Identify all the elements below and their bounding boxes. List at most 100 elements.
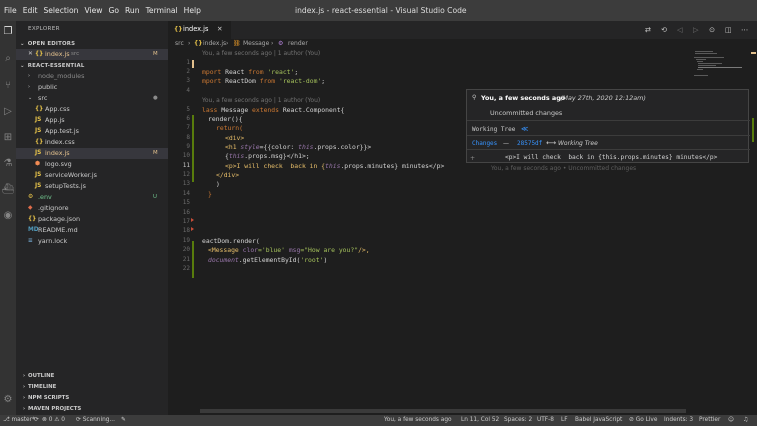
back-icon[interactable]: ◁ bbox=[677, 25, 683, 34]
tree-item[interactable]: {} App.css bbox=[16, 104, 168, 115]
language-mode[interactable]: Babel JavaScript bbox=[575, 417, 622, 423]
outline-section[interactable]: › OUTLINE bbox=[16, 371, 168, 382]
tree-item[interactable]: ≡ yarn.lock bbox=[16, 236, 168, 247]
close-icon[interactable]: ✕ bbox=[217, 25, 223, 33]
js-file-icon: {} bbox=[174, 26, 183, 33]
forward-icon[interactable]: ▷ bbox=[693, 25, 699, 34]
maven-projects-section[interactable]: › MAVEN PROJECTS bbox=[16, 404, 168, 415]
go-live-button[interactable]: ⊘ Go Live bbox=[629, 417, 657, 423]
accounts-icon[interactable]: ☺ bbox=[728, 417, 734, 423]
code-line-12: </div> bbox=[216, 171, 240, 179]
menu-view[interactable]: View bbox=[81, 0, 105, 21]
minimap[interactable] bbox=[693, 49, 749, 79]
js-file-icon: {} bbox=[35, 51, 44, 57]
branch-status[interactable]: ⎇ master* bbox=[3, 417, 35, 423]
more-icon[interactable]: ⋯ bbox=[741, 25, 748, 34]
modified-badge: M bbox=[153, 51, 158, 57]
tree-item[interactable]: MD README.md bbox=[16, 225, 168, 236]
history-icon[interactable]: ⟲ bbox=[661, 25, 667, 34]
menu-go[interactable]: Go bbox=[105, 0, 122, 21]
tree-item[interactable]: › public bbox=[16, 82, 168, 93]
tree-item[interactable]: ⚙ .env U bbox=[16, 192, 168, 203]
hover-working-tree: Working Tree bbox=[472, 126, 516, 133]
minimap-line bbox=[694, 75, 708, 76]
line-number: 9 bbox=[186, 143, 190, 150]
source-control-icon[interactable]: ⑂ bbox=[1, 79, 15, 93]
line-number: 20 bbox=[182, 246, 190, 253]
eol-status[interactable]: LF bbox=[561, 417, 568, 423]
settings-gear-icon[interactable]: ⚙ bbox=[1, 393, 15, 407]
code-line-8: <div> bbox=[225, 134, 245, 142]
tree-item[interactable]: JS serviceWorker.js bbox=[16, 170, 168, 181]
remote-icon[interactable]: ◉ bbox=[1, 209, 15, 223]
breadcrumb-symbol-render[interactable]: render bbox=[288, 40, 308, 47]
menu-run[interactable]: Run bbox=[122, 0, 143, 21]
docker-icon[interactable]: ⛴ bbox=[1, 183, 15, 197]
notifications-bell-icon[interactable]: ♫ bbox=[743, 417, 748, 423]
tab-label: index.js bbox=[183, 25, 209, 33]
breadcrumb-symbol-message[interactable]: Message bbox=[243, 40, 269, 47]
line-number: 21 bbox=[182, 256, 190, 263]
timeline-section[interactable]: › TIMELINE bbox=[16, 382, 168, 393]
tree-item[interactable]: {} package.json bbox=[16, 214, 168, 225]
minimap-line bbox=[695, 53, 717, 54]
project-header[interactable]: ⌄ REACT-ESSENTIAL bbox=[20, 63, 85, 69]
scanning-status: ⟳ Scanning... bbox=[76, 417, 115, 423]
chevron-right-icon: › bbox=[23, 384, 26, 390]
tree-item[interactable]: JS App.test.js bbox=[16, 126, 168, 137]
search-icon[interactable]: ⌕ bbox=[1, 52, 15, 66]
menu-file[interactable]: File bbox=[2, 0, 20, 21]
menu-help[interactable]: Help bbox=[181, 0, 204, 21]
tree-item[interactable]: JS index.js M bbox=[16, 148, 168, 159]
indents-status[interactable]: Indents: 3 bbox=[664, 417, 693, 423]
compare-icon[interactable]: ⇄ bbox=[645, 25, 651, 34]
tree-item[interactable]: JS App.js bbox=[16, 115, 168, 126]
menu-edit[interactable]: Edit bbox=[20, 0, 41, 21]
tree-item-label: setupTests.js bbox=[45, 182, 86, 190]
open-editor-item[interactable]: ✕ {} index.js src M bbox=[16, 49, 168, 60]
breadcrumb-folder[interactable]: src bbox=[175, 40, 184, 47]
test-icon[interactable]: ⚗ bbox=[1, 157, 15, 171]
chevron-down-icon: ⌄ bbox=[28, 95, 33, 101]
menu-selection[interactable]: Selection bbox=[40, 0, 81, 21]
horizontal-scrollbar[interactable] bbox=[200, 409, 686, 413]
tree-item[interactable]: ⌄ src ● bbox=[16, 93, 168, 104]
hover-sha-link[interactable]: 28575df bbox=[517, 140, 542, 147]
blame-status[interactable]: You, a few seconds ago bbox=[384, 417, 452, 423]
close-icon[interactable]: ✕ bbox=[28, 49, 33, 60]
hover-changes-link[interactable]: Changes bbox=[472, 140, 497, 147]
tree-item[interactable]: JS setupTests.js bbox=[16, 181, 168, 192]
open-editors-header[interactable]: ⌄ OPEN EDITORS bbox=[20, 41, 75, 47]
breadcrumb-file[interactable]: index.js bbox=[203, 40, 226, 47]
line-number: 19 bbox=[182, 237, 190, 244]
tree-item[interactable]: ◆ .gitignore bbox=[16, 203, 168, 214]
npm-scripts-section[interactable]: › NPM SCRIPTS bbox=[16, 393, 168, 404]
tree-item[interactable]: ⬢ logo.svg bbox=[16, 159, 168, 170]
line-number: 8 bbox=[186, 134, 190, 141]
split-editor-icon[interactable]: ◫ bbox=[725, 25, 732, 34]
explorer-icon[interactable]: ❐ bbox=[1, 25, 15, 39]
code-line-3: mport ReactDom from 'react-dom'; bbox=[202, 77, 326, 85]
encoding-status[interactable]: UTF-8 bbox=[537, 417, 554, 423]
git-icon[interactable]: ⊙ bbox=[709, 25, 715, 34]
problems-status[interactable]: ⊗ 0 ⚠ 0 bbox=[42, 417, 65, 423]
vertical-scrollbar[interactable] bbox=[750, 49, 757, 415]
tree-item[interactable]: › node_modules bbox=[16, 71, 168, 82]
codelens-blame-class[interactable]: You, a few seconds ago | 1 author (You) bbox=[202, 97, 320, 104]
sync-icon[interactable]: ⟳ bbox=[34, 417, 39, 423]
line-number: 16 bbox=[182, 209, 190, 216]
cursor-position[interactable]: Ln 11, Col 52 bbox=[461, 417, 499, 423]
hover-author: You, a few seconds ago bbox=[481, 94, 566, 102]
compare-icon[interactable]: ≪ bbox=[521, 125, 528, 133]
debug-icon[interactable]: ▷ bbox=[1, 105, 15, 119]
prettier-status[interactable]: Prettier bbox=[699, 417, 720, 423]
tree-item[interactable]: {} index.css bbox=[16, 137, 168, 148]
code-line-10: {this.props.msg}</h1>; bbox=[225, 152, 310, 160]
codelens-blame-top[interactable]: You, a few seconds ago | 1 author (You) bbox=[202, 50, 320, 57]
extensions-icon[interactable]: ⊞ bbox=[1, 131, 15, 145]
tab-index-js[interactable]: {} index.js ✕ bbox=[168, 21, 231, 39]
file-type-icon: ⚙ bbox=[28, 194, 34, 200]
menu-terminal[interactable]: Terminal bbox=[143, 0, 181, 21]
code-line-9: <h1 style={{color: this.props.color}}> bbox=[225, 143, 372, 151]
indentation-status[interactable]: Spaces: 2 bbox=[504, 417, 532, 423]
